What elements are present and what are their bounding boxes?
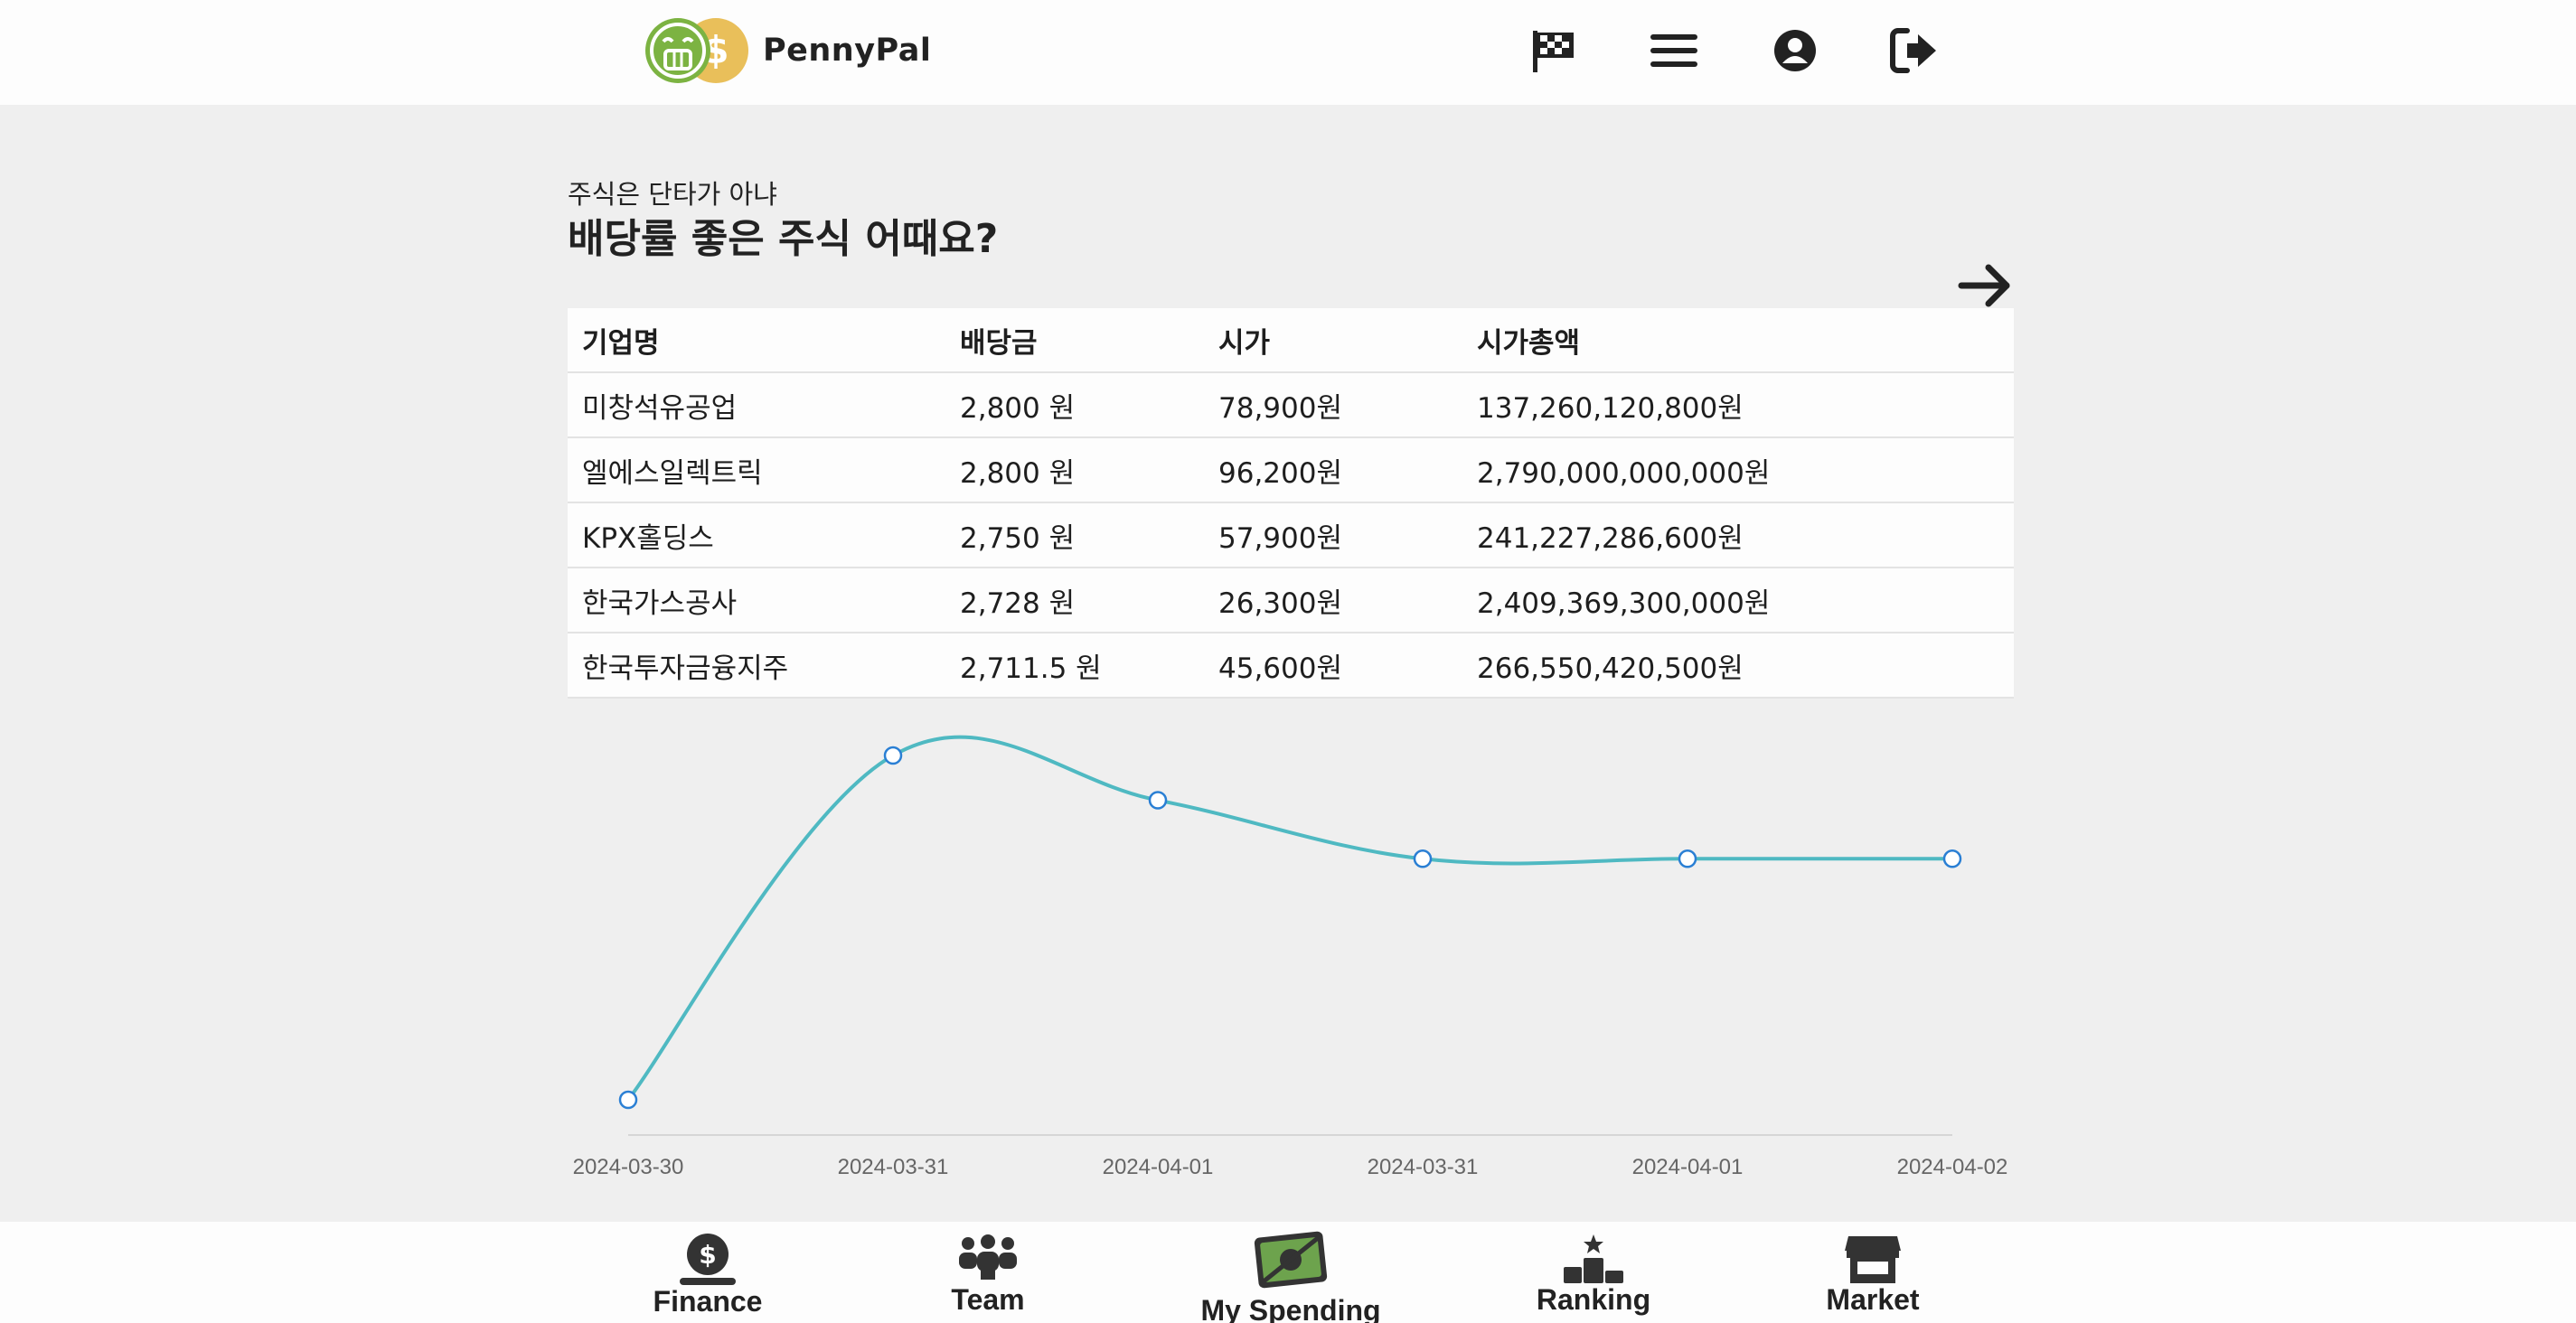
cell-price: 26,300원 xyxy=(1218,586,1342,620)
top-header: $ PennyPal xyxy=(0,0,2576,105)
data-point[interactable] xyxy=(1678,849,1697,868)
x-tick-label: 2024-03-31 xyxy=(1368,1155,1479,1179)
podium-icon xyxy=(1564,1234,1623,1283)
cell-dividend: 2,711.5 원 xyxy=(960,652,1102,685)
dollar-coin-icon: $ xyxy=(680,1234,736,1285)
cell-company: KPX홀딩스 xyxy=(582,521,714,555)
x-tick-label: 2024-03-31 xyxy=(838,1155,949,1179)
cell-company: 한국투자금융지주 xyxy=(582,652,789,685)
table-row[interactable]: 미창석유공업 2,800 원 78,900원 137,260,120,800원 xyxy=(568,373,2014,438)
nav-label: Team xyxy=(951,1283,1025,1316)
data-point[interactable] xyxy=(883,746,903,765)
column-header-market-cap: 시가총액 xyxy=(1477,326,1581,360)
cell-market-cap: 137,260,120,800원 xyxy=(1477,391,1744,425)
table-header-row: 기업명 배당금 시가 시가총액 xyxy=(568,308,2014,373)
x-tick-label: 2024-04-01 xyxy=(1632,1155,1744,1179)
data-point[interactable] xyxy=(1942,849,1962,868)
cell-price: 45,600원 xyxy=(1218,652,1342,685)
cell-market-cap: 241,227,286,600원 xyxy=(1477,521,1744,555)
team-icon xyxy=(959,1234,1017,1280)
cell-company: 미창석유공업 xyxy=(582,391,738,425)
cell-price: 57,900원 xyxy=(1218,521,1342,555)
cell-dividend: 2,728 원 xyxy=(960,586,1076,620)
dividend-line-chart: 2024-03-30 2024-03-31 2024-04-01 2024-03-31… xyxy=(573,735,2008,1179)
x-tick-label: 2024-03-30 xyxy=(573,1155,684,1179)
column-header-company: 기업명 xyxy=(582,326,660,360)
dividend-stock-table: 기업명 배당금 시가 시가총액 미창석유공업 2,800 원 78,900원 1… xyxy=(568,308,2014,699)
nav-label: Market xyxy=(1826,1283,1920,1316)
cell-company: 엘에스일렉트릭 xyxy=(582,456,763,490)
cell-price: 78,900원 xyxy=(1218,391,1342,425)
cell-company: 한국가스공사 xyxy=(582,586,738,620)
cell-market-cap: 266,550,420,500원 xyxy=(1477,652,1744,685)
nav-label: Ranking xyxy=(1536,1283,1651,1316)
logout-icon[interactable] xyxy=(1885,23,1940,78)
cell-market-cap: 2,409,369,300,000원 xyxy=(1477,586,1771,620)
nav-ranking[interactable]: Ranking xyxy=(1503,1222,1684,1323)
menu-icon[interactable] xyxy=(1647,23,1701,78)
nav-market[interactable]: Market xyxy=(1782,1222,1963,1323)
data-point[interactable] xyxy=(1148,791,1168,810)
cell-market-cap: 2,790,000,000,000원 xyxy=(1477,456,1771,490)
section-title: 배당률 좋은 주식 어때요? xyxy=(568,216,999,262)
x-tick-label: 2024-04-01 xyxy=(1103,1155,1214,1179)
money-bill-icon xyxy=(1254,1231,1328,1289)
nav-label: My Spending xyxy=(1200,1294,1381,1323)
nav-label: Finance xyxy=(653,1285,763,1318)
x-tick-label: 2024-04-02 xyxy=(1897,1155,2008,1179)
table-row[interactable]: 엘에스일렉트릭 2,800 원 96,200원 2,790,000,000,00… xyxy=(568,438,2014,503)
svg-text:$: $ xyxy=(699,1240,716,1270)
app-logo[interactable]: $ PennyPal xyxy=(644,16,931,85)
store-icon xyxy=(1845,1236,1901,1283)
nav-team[interactable]: Team xyxy=(898,1222,1078,1323)
checkered-flag-icon[interactable] xyxy=(1526,23,1580,78)
data-point[interactable] xyxy=(1413,849,1433,868)
user-circle-icon[interactable] xyxy=(1768,23,1822,78)
column-header-price: 시가 xyxy=(1218,326,1271,360)
column-header-dividend: 배당금 xyxy=(960,326,1038,360)
cell-dividend: 2,750 원 xyxy=(960,521,1076,555)
arrow-right-icon[interactable] xyxy=(1956,257,2014,314)
cell-dividend: 2,800 원 xyxy=(960,391,1076,425)
nav-my-spending[interactable]: My Spending xyxy=(1200,1222,1381,1323)
series-line xyxy=(626,735,1952,1102)
nav-finance[interactable]: $ Finance xyxy=(617,1222,798,1323)
table-row[interactable]: 한국투자금융지주 2,711.5 원 45,600원 266,550,420,5… xyxy=(568,633,2014,699)
data-point[interactable] xyxy=(618,1090,638,1110)
table-row[interactable]: 한국가스공사 2,728 원 26,300원 2,409,369,300,000… xyxy=(568,568,2014,633)
pennypal-logo-icon: $ xyxy=(645,18,748,83)
cell-dividend: 2,800 원 xyxy=(960,456,1076,490)
bottom-navigation: $ Finance Team My Spending Ranking Marke… xyxy=(0,1222,2576,1323)
table-row[interactable]: KPX홀딩스 2,750 원 57,900원 241,227,286,600원 xyxy=(568,503,2014,568)
cell-price: 96,200원 xyxy=(1218,456,1342,490)
app-name: PennyPal xyxy=(763,33,932,69)
